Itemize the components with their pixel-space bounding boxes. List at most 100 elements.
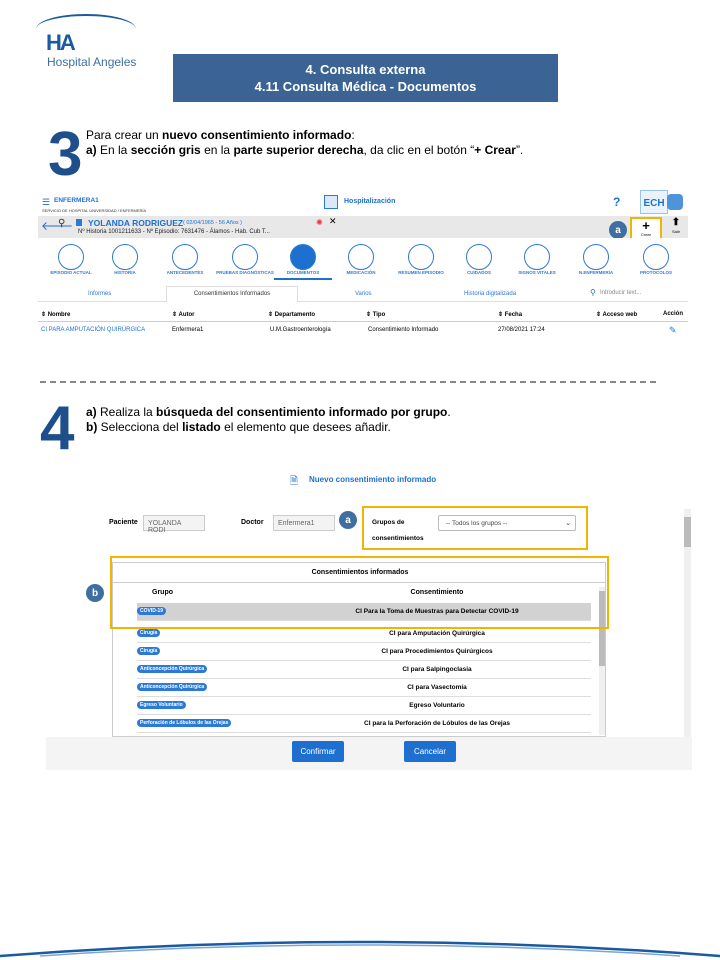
tab-episodio-actual[interactable]: EPISODIO ACTUAL (44, 244, 98, 275)
marker-a-top: a (609, 221, 627, 239)
cell-nombre[interactable]: CI PARA AMPUTACIÓN QUIRÚRGICA (41, 327, 145, 333)
settings-icon[interactable] (667, 194, 683, 210)
tab-antecedentes[interactable]: ANTECEDENTES (158, 244, 212, 275)
patient-name: YOLANDA RODRIGUEZ (88, 218, 184, 228)
tab-signos-vitales[interactable]: SIGNOS VITALES (508, 244, 566, 275)
col-accion: Acción (663, 311, 684, 317)
step-4-number: 4 (40, 394, 75, 463)
step-3-line-1: Para crear un nuevo consentimiento infor… (86, 128, 355, 142)
allergy-icon: ✕ (329, 216, 337, 226)
list-item[interactable]: Egreso Voluntario Egreso Voluntario (137, 697, 591, 715)
grupos-label-2: consentimientos (372, 535, 424, 542)
document-icon: 🗎 (290, 476, 299, 487)
col-departamento[interactable]: ⇕ Departamento (268, 311, 315, 318)
episode-icon (58, 244, 84, 270)
app-header: ☰ ENFERMERA1 SERVICIO DE HOSPITAL UNIVER… (38, 190, 688, 216)
step-3-number: 3 (48, 120, 83, 189)
patient-bar: 🡐 ⚲ YOLANDA RODRIGUEZ ( 02/04/1965 - 56 … (38, 216, 688, 243)
tab-documentos[interactable]: DOCUMENTOS (274, 244, 332, 280)
hospital-icon (324, 195, 338, 209)
tab-historia[interactable]: HISTORIA (98, 244, 152, 275)
tab-pruebas-diagnosticas[interactable]: PRUEBAS DIAGNÓSTICAS (214, 244, 276, 275)
subtab-consentimientos[interactable]: Consentimientos Informados (166, 286, 298, 302)
col-tipo[interactable]: ⇕ Tipo (366, 311, 385, 318)
section-divider (40, 381, 656, 383)
table-row[interactable]: CI PARA AMPUTACIÓN QUIRÚRGICA Enfermera1… (38, 324, 688, 338)
screenshot-new-consent: 🗎 Nuevo consentimiento informado Pacient… (46, 465, 692, 770)
step-4-line-2: b) Selecciona del listado el elemento qu… (86, 420, 391, 434)
title-line-2: 4.11 Consulta Médica - Documentos (254, 79, 477, 94)
grupos-select[interactable]: -- Todos los grupos -- ⌄ (438, 515, 576, 531)
user-name: ENFERMERA1 (54, 197, 99, 204)
step-4-line-1: a) Realiza la búsqueda del consentimient… (86, 405, 451, 419)
tab-medicacion[interactable]: MEDICACIÓN (334, 244, 388, 275)
history-icon (112, 244, 138, 270)
confirm-button[interactable]: Confirmar (292, 741, 344, 762)
paciente-field[interactable]: YOLANDA RODI (143, 515, 205, 534)
tab-resumen-episodio[interactable]: RESUMEN EPISODIO (392, 244, 450, 275)
screenshot-documents: ☰ ENFERMERA1 SERVICIO DE HOSPITAL UNIVER… (38, 190, 688, 352)
module-name: Hospitalización (344, 198, 396, 205)
list-item[interactable]: Cirugía CI para Procedimientos Quirúrgico… (137, 643, 591, 661)
tab-protocolos[interactable]: PROTOCOLOS (628, 244, 684, 275)
grupos-callout: Grupos de consentimientos -- Todos los g… (362, 506, 588, 550)
list-item[interactable]: Anticoncepción Quirúrgica CI para Salping… (137, 661, 591, 679)
antecedents-icon (172, 244, 198, 270)
help-icon[interactable]: ? (613, 195, 620, 209)
section-title: 4. Consulta externa 4.11 Consulta Médica… (173, 54, 558, 102)
list-callout (110, 556, 609, 629)
protocols-icon (643, 244, 669, 270)
footer-swoosh (0, 940, 720, 958)
nurse-icon (583, 244, 609, 270)
tab-cuidados[interactable]: CUIDADOS (452, 244, 506, 275)
pin-icon: ⚲ (58, 218, 66, 229)
logo-text: Hospital Angeles (47, 55, 137, 69)
col-autor[interactable]: ⇕ Autor (172, 311, 194, 318)
documents-icon (290, 244, 316, 270)
cell-departamento: U.M.Gastroenterología (270, 327, 331, 333)
outer-scrollbar-thumb[interactable] (684, 517, 691, 547)
menu-icon[interactable]: ☰ (42, 197, 50, 208)
upload-icon: ⬆ (671, 217, 681, 228)
col-nombre[interactable]: ⇕ Nombre (41, 311, 70, 318)
salir-button[interactable]: ⬆ Salir (666, 217, 686, 234)
doctor-field[interactable]: Enfermera1 (273, 515, 335, 531)
plus-icon: + (642, 218, 650, 233)
summary-icon (408, 244, 434, 270)
cell-autor: Enfermera1 (172, 327, 204, 333)
title-line-1: 4. Consulta externa (305, 62, 426, 77)
search-input[interactable]: Introducir text... (600, 290, 641, 296)
cell-tipo: Consentimiento Informado (368, 327, 439, 333)
subtab-informes[interactable]: Informes (88, 291, 111, 297)
ech-logo: ECH (640, 190, 668, 214)
subtab-varios[interactable]: Varios (355, 291, 372, 297)
grupos-label-1: Grupos de (372, 519, 405, 526)
patient-info: Nº Historia 1001211633 - Nº Episodio: 76… (78, 229, 270, 235)
cancel-button[interactable]: Cancelar (404, 741, 456, 762)
alert-icon: ✺ (316, 218, 323, 227)
marker-b: b (86, 584, 104, 602)
list-item[interactable]: Anticoncepción Quirúrgica CI para Vasecto… (137, 679, 591, 697)
col-acceso-web[interactable]: ⇕ Acceso web (596, 311, 637, 318)
medication-icon (348, 244, 374, 270)
subtab-historia-digitalizada[interactable]: Historia digitalizada (464, 291, 516, 297)
edit-icon[interactable]: ✎ (669, 325, 677, 336)
module-tabs: EPISODIO ACTUAL HISTORIA ANTECEDENTES PR… (38, 238, 688, 282)
dialog-footer: Confirmar Cancelar (46, 737, 692, 770)
cell-fecha: 27/08/2021 17:24 (498, 327, 545, 333)
tab-enfermeria[interactable]: N.ENFERMERÍA (568, 244, 624, 275)
list-item[interactable]: Perforación de Lóbulos de las Orejas CI p… (137, 715, 591, 733)
step-4-text: a) Realiza la búsqueda del consentimient… (86, 405, 646, 435)
dialog-title: Nuevo consentimiento informado (309, 475, 437, 484)
table-header: ⇕ Nombre ⇕ Autor ⇕ Departamento ⇕ Tipo ⇕… (38, 308, 688, 322)
step-3-line-2: a) En la sección gris en la parte superi… (86, 143, 524, 157)
search-icon: ⚲ (590, 288, 596, 297)
crear-label: Crear (640, 232, 651, 237)
salir-label: Salir (671, 229, 680, 234)
vitals-icon (524, 244, 550, 270)
chevron-down-icon: ⌄ (565, 520, 571, 527)
col-fecha[interactable]: ⇕ Fecha (498, 311, 522, 318)
outer-scrollbar[interactable] (684, 509, 691, 737)
doc-icon (76, 219, 82, 226)
patient-dob: ( 02/04/1965 - 56 Años ) (183, 220, 243, 226)
